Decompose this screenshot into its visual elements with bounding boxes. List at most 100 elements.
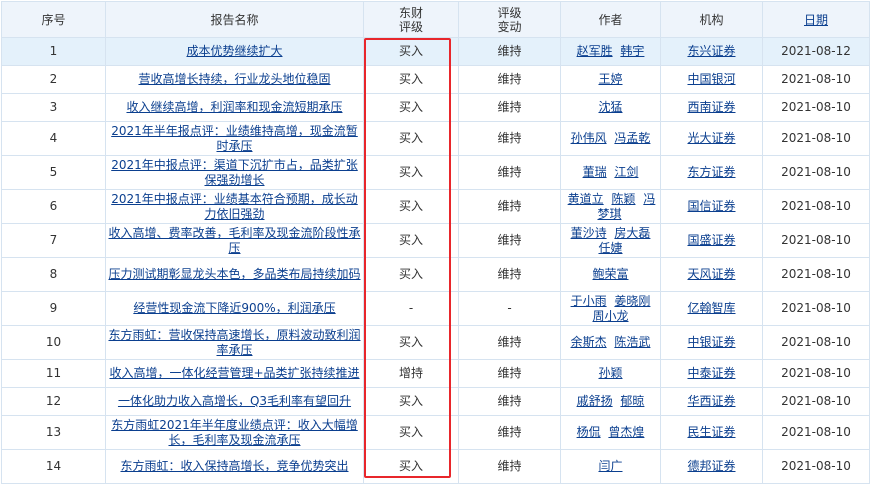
row-rating: 买入	[363, 449, 459, 484]
report-title-link[interactable]: 营收高增长持续，行业龙头地位稳固	[138, 72, 330, 86]
author-link[interactable]: 周小龙	[592, 309, 628, 323]
author-link[interactable]: 冯孟乾	[614, 131, 650, 145]
row-authors-cell: 杨侃 曾杰煌	[560, 415, 661, 450]
row-index: 13	[1, 415, 106, 450]
org-link[interactable]: 华西证券	[687, 394, 735, 408]
author-link[interactable]: 余斯杰	[571, 335, 607, 349]
author-link[interactable]: 江剑	[614, 165, 638, 179]
row-index: 9	[1, 291, 106, 326]
row-index: 1	[1, 37, 106, 66]
row-authors-cell: 余斯杰 陈浩武	[560, 325, 661, 360]
org-link[interactable]: 中泰证券	[687, 366, 735, 380]
report-title-link[interactable]: 压力测试期彰显龙头本色，多品类布局持续加码	[108, 267, 360, 281]
author-link[interactable]: 曾杰煌	[608, 425, 644, 439]
report-title-link[interactable]: 东方雨虹：营收保持高速增长，原料波动致利润率承压	[108, 328, 360, 357]
row-rating-change: 维持	[458, 325, 561, 360]
row-rating: 买入	[363, 257, 459, 292]
author-link[interactable]: 陈浩武	[614, 335, 650, 349]
row-rating-change: 维持	[458, 93, 561, 122]
org-link[interactable]: 国信证券	[687, 199, 735, 213]
row-index: 2	[1, 65, 106, 94]
report-title-link[interactable]: 收入高增，一体化经营管理+品类扩张持续推进	[109, 366, 359, 380]
table-row: 3 收入继续高增，利润率和现金流短期承压 买入 维持 沈猛 西南证券 2021-08-10	[1, 93, 870, 122]
row-title-cell: 收入高增、费率改善，毛利率及现金流阶段性承压	[105, 223, 364, 258]
row-title-cell: 2021年中报点评：业绩基本符合预期，成长动力依旧强劲	[105, 189, 364, 224]
report-title-link[interactable]: 2021年半年报点评：业绩维持高增，现金流暂时承压	[111, 124, 358, 153]
row-title-cell: 收入继续高增，利润率和现金流短期承压	[105, 93, 364, 122]
row-date: 2021-08-10	[762, 155, 870, 190]
author-link[interactable]: 董沙诗	[571, 226, 607, 240]
row-authors-cell: 孙颖	[560, 359, 661, 388]
author-link[interactable]: 郁晾	[620, 394, 644, 408]
author-link[interactable]: 鲍荣富	[592, 267, 628, 281]
row-rating-change: -	[458, 291, 561, 326]
report-title-link[interactable]: 收入高增、费率改善，毛利率及现金流阶段性承压	[108, 226, 360, 255]
report-title-link[interactable]: 2021年中报点评：业绩基本符合预期，成长动力依旧强劲	[111, 192, 358, 221]
author-link[interactable]: 王婷	[598, 72, 622, 86]
author-link[interactable]: 戚舒扬	[577, 394, 613, 408]
author-link[interactable]: 董瑞	[583, 165, 607, 179]
row-org-cell: 光大证券	[660, 121, 763, 156]
row-title-cell: 收入高增，一体化经营管理+品类扩张持续推进	[105, 359, 364, 388]
author-link[interactable]: 韩宇	[620, 44, 644, 58]
org-link[interactable]: 中国银河	[687, 72, 735, 86]
author-link[interactable]: 沈猛	[598, 100, 622, 114]
org-link[interactable]: 德邦证券	[687, 459, 735, 473]
sort-by-date-link[interactable]: 日期	[804, 13, 828, 27]
row-index: 12	[1, 387, 106, 416]
row-authors-cell: 董瑞 江剑	[560, 155, 661, 190]
org-link[interactable]: 亿翰智库	[687, 301, 735, 315]
author-link[interactable]: 陈颖	[611, 192, 635, 206]
row-date: 2021-08-12	[762, 37, 870, 66]
org-link[interactable]: 国盛证券	[687, 233, 735, 247]
header-org: 机构	[660, 1, 763, 38]
row-authors-cell: 王婷	[560, 65, 661, 94]
author-link[interactable]: 赵军胜	[577, 44, 613, 58]
author-link[interactable]: 于小雨	[571, 294, 607, 308]
row-rating-change: 维持	[458, 449, 561, 484]
row-org-cell: 亿翰智库	[660, 291, 763, 326]
row-rating-change: 维持	[458, 223, 561, 258]
org-link[interactable]: 光大证券	[687, 131, 735, 145]
row-date: 2021-08-10	[762, 449, 870, 484]
author-link[interactable]: 姜晓刚	[614, 294, 650, 308]
row-index: 8	[1, 257, 106, 292]
org-link[interactable]: 东方证券	[687, 165, 735, 179]
row-index: 11	[1, 359, 106, 388]
row-index: 14	[1, 449, 106, 484]
row-org-cell: 中银证券	[660, 325, 763, 360]
row-rating-change: 维持	[458, 257, 561, 292]
row-rating: 买入	[363, 189, 459, 224]
row-authors-cell: 赵军胜 韩宇	[560, 37, 661, 66]
author-link[interactable]: 任婕	[598, 241, 622, 255]
author-link[interactable]: 闫广	[598, 459, 622, 473]
author-link[interactable]: 孙颖	[598, 366, 622, 380]
header-rating: 东财 评级	[363, 1, 459, 38]
org-link[interactable]: 天风证券	[687, 267, 735, 281]
report-title-link[interactable]: 东方雨虹：收入保持高增长，竞争优势突出	[120, 459, 348, 473]
row-authors-cell: 闫广	[560, 449, 661, 484]
row-authors-cell: 沈猛	[560, 93, 661, 122]
report-title-link[interactable]: 东方雨虹2021年半年度业绩点评：收入大幅增长，毛利率及现金流承压	[111, 418, 358, 447]
row-rating-change: 维持	[458, 121, 561, 156]
report-title-link[interactable]: 收入继续高增，利润率和现金流短期承压	[126, 100, 342, 114]
org-link[interactable]: 民生证券	[687, 425, 735, 439]
header-date-sort[interactable]: 日期	[762, 1, 870, 38]
author-link[interactable]: 孙伟风	[571, 131, 607, 145]
table-row: 2 营收高增长持续，行业龙头地位稳固 买入 维持 王婷 中国银河 2021-08-10	[1, 65, 870, 94]
row-title-cell: 东方雨虹：收入保持高增长，竞争优势突出	[105, 449, 364, 484]
org-link[interactable]: 中银证券	[687, 335, 735, 349]
report-title-link[interactable]: 2021年中报点评：渠道下沉扩市占，品类扩张保强劲增长	[111, 158, 358, 187]
org-link[interactable]: 东兴证券	[687, 44, 735, 58]
author-link[interactable]: 房大磊	[614, 226, 650, 240]
row-date: 2021-08-10	[762, 93, 870, 122]
table-row: 5 2021年中报点评：渠道下沉扩市占，品类扩张保强劲增长 买入 维持 董瑞 江剑 东方…	[1, 155, 870, 190]
report-title-link[interactable]: 一体化助力收入高增长，Q3毛利率有望回升	[118, 394, 351, 408]
row-date: 2021-08-10	[762, 325, 870, 360]
author-link[interactable]: 黄道立	[568, 192, 604, 206]
row-title-cell: 东方雨虹2021年半年度业绩点评：收入大幅增长，毛利率及现金流承压	[105, 415, 364, 450]
author-link[interactable]: 杨侃	[577, 425, 601, 439]
report-title-link[interactable]: 成本优势继续扩大	[186, 44, 282, 58]
report-title-link[interactable]: 经营性现金流下降近900%，利润承压	[133, 301, 335, 315]
org-link[interactable]: 西南证券	[687, 100, 735, 114]
